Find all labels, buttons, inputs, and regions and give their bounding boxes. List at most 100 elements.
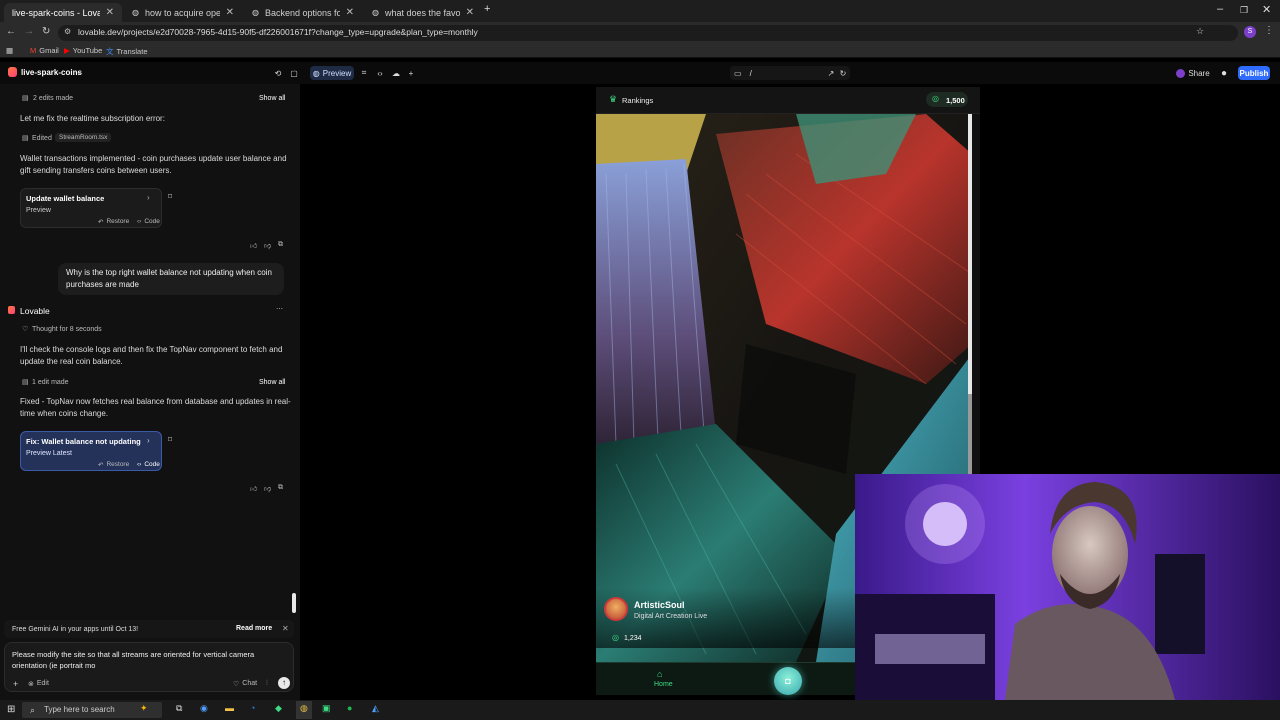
code-button[interactable]: ‹› Code	[137, 218, 160, 225]
chat-mode-button[interactable]: ♡ Chat	[233, 680, 257, 688]
version-subtitle: Preview Latest	[26, 450, 72, 457]
windows-start-icon[interactable]: ⊞	[7, 704, 15, 715]
menu-dots-icon[interactable]: ⋮	[1264, 25, 1274, 36]
edit-mode-button[interactable]: ⊗ Edit	[28, 680, 49, 688]
bookmark-icon[interactable]: ⌑	[168, 435, 172, 444]
file-icon: ▤	[22, 135, 29, 142]
cloud-icon[interactable]: ☁	[390, 66, 402, 80]
assistant-message: Let me fix the realtime subscription err…	[20, 114, 165, 123]
maximize-icon[interactable]: ❐	[1240, 5, 1248, 16]
copy-icon[interactable]: ⧉	[278, 241, 283, 249]
thumbs-up-icon[interactable]: 👍︎	[250, 241, 257, 250]
close-icon[interactable]: ✕	[106, 7, 114, 18]
go-live-button[interactable]: ◘	[774, 667, 802, 695]
tab-backend[interactable]: ◍ Backend options for livestream ✕	[244, 3, 362, 22]
add-attachment-icon[interactable]: +	[13, 679, 18, 689]
rankings-link[interactable]: Rankings	[622, 96, 653, 105]
app-icon[interactable]: ◆	[275, 703, 282, 714]
preview-tab[interactable]: ◍ Preview	[310, 66, 354, 80]
show-all-button[interactable]: Show all	[259, 95, 285, 102]
assistant-message: Wallet transactions implemented - coin p…	[20, 154, 287, 175]
bookmark-icon[interactable]: ⌑	[168, 192, 172, 201]
sidebar-toggle-icon[interactable]: ▢	[288, 66, 300, 80]
edited-label: Edited	[32, 135, 52, 142]
streamer-name[interactable]: ArtisticSoul	[634, 600, 685, 610]
apps-grid-icon[interactable]: ▦	[6, 46, 13, 55]
streamer-avatar[interactable]	[604, 597, 628, 621]
app-icon[interactable]: ◭	[372, 703, 379, 714]
thought-duration[interactable]: Thought for 8 seconds	[32, 326, 102, 333]
analytics-icon[interactable]: ⌗	[358, 66, 370, 80]
github-icon[interactable]: ●	[1218, 66, 1230, 80]
restore-button[interactable]: ↶ Restore	[98, 461, 129, 469]
refresh-preview-icon[interactable]: ↻	[838, 66, 848, 80]
open-external-icon[interactable]: ↗	[826, 66, 836, 80]
globe-icon: ◍	[372, 8, 379, 17]
stream-title: Digital Art Creation Live	[634, 613, 708, 620]
close-icon[interactable]: ✕	[282, 624, 289, 633]
send-button[interactable]: ↑	[278, 677, 290, 689]
assistant-message: I'll check the console logs and then fix…	[20, 345, 283, 366]
site-info-icon[interactable]: ⚙	[64, 27, 71, 36]
url-text: lovable.dev/projects/e2d70028-7965-4d15-…	[78, 27, 478, 37]
tab-favorited[interactable]: ◍ what does the favorited app u ✕	[364, 3, 482, 22]
spotify-icon[interactable]: ●	[347, 703, 352, 713]
app-icon[interactable]: ◉	[200, 703, 208, 714]
thumbs-down-icon[interactable]: 👎︎	[264, 484, 271, 493]
microphone-icon[interactable]: ⫶	[266, 680, 268, 688]
taskbar	[0, 700, 1280, 720]
home-icon[interactable]: ⌂	[657, 669, 662, 679]
bookmarks-bar	[0, 44, 1280, 58]
scrollbar[interactable]	[292, 593, 296, 613]
copy-icon[interactable]: ⧉	[278, 484, 283, 492]
home-nav-label[interactable]: Home	[654, 681, 673, 688]
chat-bubble-icon: ♡	[233, 681, 240, 688]
close-icon[interactable]: ✕	[466, 7, 474, 18]
close-icon[interactable]: ✕	[226, 7, 234, 18]
publish-button[interactable]: Publish	[1238, 66, 1270, 80]
new-tab-icon[interactable]: +	[484, 3, 490, 15]
bookmark-youtube[interactable]: ▶ YouTube	[64, 46, 102, 55]
show-all-button[interactable]: Show all	[259, 379, 285, 386]
back-icon[interactable]: ←	[6, 26, 16, 37]
thumbs-up-icon[interactable]: 👍︎	[250, 484, 257, 493]
history-icon[interactable]: ⟲	[272, 66, 284, 80]
trophy-icon: ♛	[609, 94, 618, 104]
share-button[interactable]: Share	[1176, 66, 1210, 80]
project-name[interactable]: live-spark-coins	[21, 68, 82, 77]
add-icon[interactable]: +	[406, 66, 416, 80]
window-close-icon[interactable]: ✕	[1262, 3, 1271, 16]
thumbs-down-icon[interactable]: 👎︎	[264, 241, 271, 250]
more-icon[interactable]: ⋯	[276, 305, 283, 313]
tab-title: what does the favorited app u	[384, 7, 460, 18]
edited-file-chip[interactable]: StreamRoom.tsx	[55, 133, 112, 142]
chevron-down-icon[interactable]: ⌄	[76, 68, 82, 76]
restore-button[interactable]: ↶ Restore	[98, 218, 129, 226]
chevron-right-icon: ›	[147, 193, 150, 202]
close-icon[interactable]: ✕	[346, 7, 354, 18]
code-icon[interactable]: ‹›	[374, 66, 386, 80]
code-icon: ‹›	[137, 461, 142, 468]
read-more-link[interactable]: Read more	[236, 625, 272, 632]
device-icon: ▭	[734, 68, 742, 78]
minimize-icon[interactable]: –	[1217, 3, 1223, 15]
app-icon[interactable]: ▣	[322, 703, 331, 714]
widgets-icon[interactable]: ✦	[140, 703, 148, 714]
tab-openai[interactable]: ◍ how to acquire openai api key ✕	[124, 3, 242, 22]
code-button[interactable]: ‹› Code	[137, 461, 160, 468]
bookmark-star-icon[interactable]: ☆	[1196, 26, 1204, 37]
coins-icon: ◎	[932, 94, 939, 103]
viewer-count: 1,234	[624, 635, 642, 642]
bookmark-translate[interactable]: 文 Translate	[106, 46, 148, 57]
balance-value: 1,500	[946, 96, 965, 105]
reload-icon[interactable]: ↻	[42, 26, 50, 37]
chat-input[interactable]: Please modify the site so that all strea…	[12, 649, 274, 671]
bookmark-gmail[interactable]: M Gmail	[30, 46, 59, 55]
forward-icon[interactable]: →	[24, 26, 34, 37]
file-explorer-icon[interactable]: ▬	[225, 703, 234, 713]
tab-live-spark-coins[interactable]: live-spark-coins - Lovable ✕	[4, 3, 122, 22]
edge-icon[interactable]: ◔	[250, 703, 255, 713]
task-view-icon[interactable]: ⧉	[176, 703, 182, 714]
profile-avatar[interactable]: S	[1244, 26, 1256, 38]
chrome-icon[interactable]: ◍	[300, 703, 308, 714]
